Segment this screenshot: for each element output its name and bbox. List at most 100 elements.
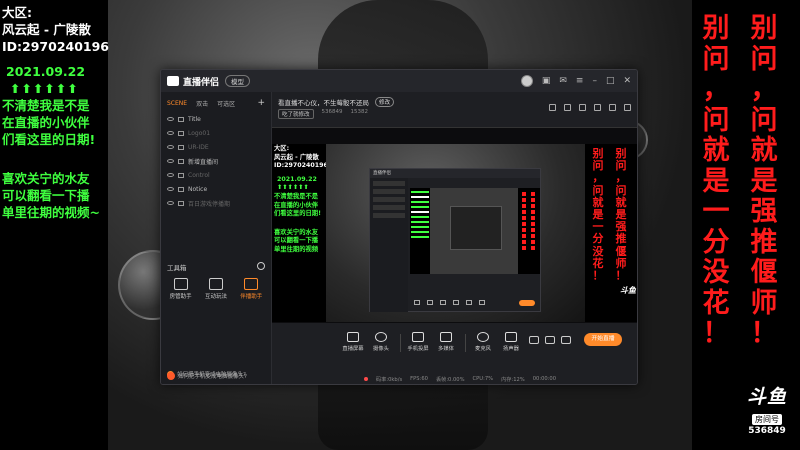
lock-icon[interactable] [178, 144, 184, 150]
toolbox-settings-icon[interactable] [257, 262, 265, 270]
control-5[interactable]: 扬声器 [498, 328, 524, 352]
settings-icon[interactable] [624, 104, 631, 111]
tool-button[interactable]: 房管助手 [165, 278, 197, 300]
layout-icon[interactable] [609, 104, 616, 111]
eye-icon[interactable] [167, 131, 174, 135]
nested-preview [410, 188, 540, 274]
tool-button[interactable]: 互动玩法 [200, 278, 232, 300]
camera-switch-icon[interactable] [529, 336, 539, 344]
record-button-icon[interactable] [545, 336, 555, 344]
control-icon [347, 332, 359, 342]
slogan-char: 就 [702, 135, 730, 166]
status-item: 00:00:00 [532, 376, 557, 382]
lock-icon[interactable] [178, 130, 184, 136]
slogan-char: 强 [750, 196, 778, 227]
add-scene-button[interactable]: + [257, 98, 265, 108]
scene-sidebar: SCENE 双击 可选区 + Title Logo01 UR-IDE 新增直播间 Con… [161, 92, 272, 384]
tab-optional[interactable]: 可选区 [217, 99, 235, 108]
slogan-char: 问 [750, 104, 778, 136]
message-icon[interactable]: ✉ [559, 76, 567, 86]
title-bar: 直播伴侣 模型 ▣ ✉ ≡ – □ ✕ [161, 70, 637, 92]
skin-icon[interactable]: ▣ [542, 76, 551, 86]
lock-icon[interactable] [178, 200, 184, 206]
slogan-column-2: 别问，问就是强推偃师！ [748, 13, 780, 350]
share-icon[interactable] [549, 104, 556, 111]
bell-icon[interactable] [594, 104, 601, 111]
logo-mark: 斗鱼 [746, 386, 787, 408]
scene-label: Title [188, 115, 201, 123]
main-area: 看直播不心仪，不生莓骰不还局 修改 吃了就修改 536849 15382 大区:… [167, 92, 637, 384]
nested-start-button [519, 300, 535, 306]
scene-item[interactable]: 百日游戏停播期 [161, 196, 271, 210]
slogan-char: 偃 [750, 257, 778, 288]
eye-icon[interactable] [167, 201, 174, 205]
category-label[interactable]: 吃了就修改 [278, 109, 314, 119]
preview-slogan-char: ， [592, 171, 604, 185]
preview-slogan-char: 问 [592, 183, 604, 197]
scene-item[interactable]: Title [161, 112, 271, 126]
hint[interactable]: 如何把手机变成电脑摄像头? [167, 372, 247, 380]
edit-title-button[interactable]: 修改 [375, 97, 395, 107]
control-1[interactable]: 摄像头 [368, 328, 394, 352]
maximize-icon[interactable]: □ [606, 76, 615, 86]
control-4[interactable]: 麦克风 [470, 328, 496, 352]
control-label: 麦克风 [475, 346, 491, 352]
control-2[interactable]: 手机投屏 [405, 328, 431, 352]
slogan-char: ， [750, 74, 778, 105]
app-logo-icon [167, 76, 179, 86]
slogan-char: 别 [702, 13, 730, 44]
toolbox-title: 工具箱 [167, 264, 187, 272]
lock-icon[interactable] [178, 116, 184, 122]
stream-preview[interactable]: 大区: 风云起 - 广陵散 ID:2970240196 2021.09.22 ⬆… [272, 127, 637, 323]
lock-icon[interactable] [178, 186, 184, 192]
promo-line-2: 可以翻看一下播 [2, 188, 90, 203]
tool-button[interactable]: 伴播助手 [235, 278, 267, 300]
menu-icon[interactable]: ≡ [576, 76, 584, 86]
separator [400, 334, 401, 352]
server-label: 风云起 - 广陵散 [2, 22, 91, 37]
tab-double[interactable]: 双击 [196, 99, 208, 108]
mode-button[interactable]: 模型 [225, 75, 251, 87]
notice-line-1: 不清楚我是不是 [2, 98, 90, 113]
control-label: 手机投屏 [407, 346, 429, 352]
control-0[interactable]: 直播屏幕 [340, 328, 366, 352]
minimize-icon[interactable]: – [592, 76, 597, 86]
player-id: ID:2970240196 [2, 39, 110, 54]
record-icon[interactable] [564, 104, 571, 111]
app-name: 直播伴侣 [183, 77, 220, 88]
tab-scene[interactable]: SCENE [167, 100, 187, 107]
avatar[interactable] [520, 75, 533, 87]
tool-icon [208, 278, 223, 290]
control-3[interactable]: 多媒体 [433, 328, 459, 352]
room-id: 536849 [321, 109, 343, 115]
start-stream-button[interactable]: 开始直播 [584, 333, 622, 346]
preview-slogan-char: 偃 [615, 244, 627, 258]
tool-label: 房管助手 [169, 294, 192, 300]
eye-icon[interactable] [167, 117, 174, 121]
promo-line-1: 喜欢关宁的水友 [2, 171, 90, 186]
left-info-panel: 大区: 风云起 - 广陵散 ID:2970240196 2021.09.22 ⬆… [0, 0, 110, 450]
eye-icon[interactable] [167, 187, 174, 191]
scene-item[interactable]: Notice [161, 182, 271, 196]
scene-item[interactable]: Logo01 [161, 126, 271, 140]
eye-icon[interactable] [167, 159, 174, 163]
control-icon [440, 332, 452, 342]
screenshot-icon[interactable] [579, 104, 586, 111]
nested-app-window: 直播伴侣 [369, 168, 541, 312]
scene-item[interactable]: 新增直播间 [161, 154, 271, 168]
gear-icon[interactable] [561, 336, 571, 344]
preview-slogan-char: ， [615, 171, 627, 185]
lock-icon[interactable] [178, 158, 184, 164]
eye-icon[interactable] [167, 173, 174, 177]
eye-icon[interactable] [167, 145, 174, 149]
scene-item[interactable]: Control [161, 168, 271, 182]
streaming-app-window: 直播伴侣 模型 ▣ ✉ ≡ – □ ✕ SCENE 双击 可选区 + Title… [160, 69, 638, 385]
status-item: CPU:7% [472, 376, 494, 382]
close-icon[interactable]: ✕ [623, 76, 631, 86]
preview-promo-3: 单里往期的视频 [274, 245, 319, 253]
preview-notice-1: 不清楚我是不是 [274, 192, 319, 200]
lock-icon[interactable] [178, 172, 184, 178]
control-icon [412, 332, 424, 342]
scene-item[interactable]: UR-IDE [161, 140, 271, 154]
slogan-char: 是 [750, 165, 778, 197]
